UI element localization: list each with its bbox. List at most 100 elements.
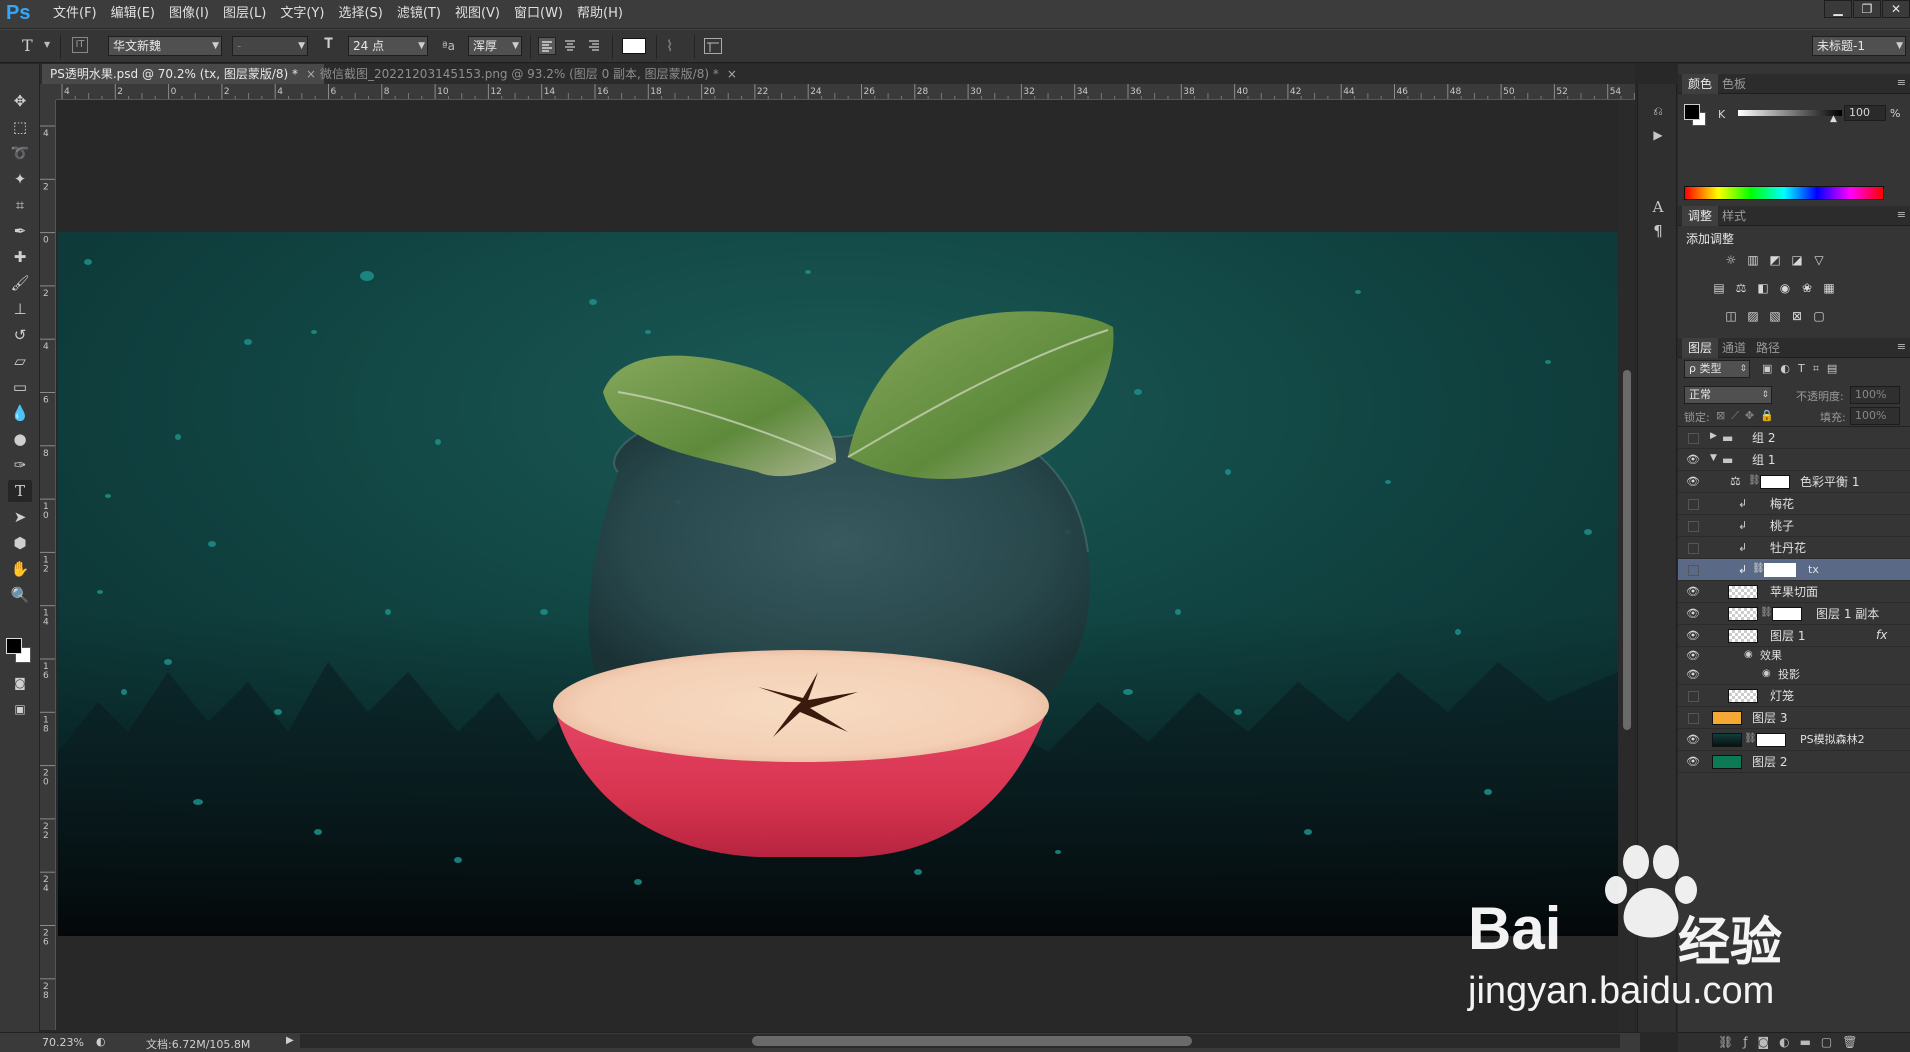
layers-footer-icons[interactable]: ⛓ƒ◙◐▬▢🗑 xyxy=(1718,1035,1867,1049)
layer-row-layer2[interactable]: 👁 图层 2 xyxy=(1678,751,1910,773)
actions-panel-icon[interactable]: ▶ xyxy=(1646,124,1670,146)
eye-icon[interactable]: 👁 xyxy=(1686,607,1700,621)
eye-icon[interactable]: 👁 xyxy=(1686,755,1700,769)
layer-thumbnail[interactable] xyxy=(1712,711,1742,725)
document-canvas[interactable] xyxy=(58,232,1618,936)
tab-layers[interactable]: 图层 xyxy=(1682,338,1719,358)
layer-row-plum[interactable]: ↲ 梅花 xyxy=(1678,493,1910,515)
eye-icon[interactable]: 👁 xyxy=(1686,733,1700,747)
layer-thumbnail[interactable] xyxy=(1728,607,1758,621)
antialias-select[interactable]: 浑厚 ▼ xyxy=(468,36,522,56)
k-slider-handle-icon[interactable]: ▲ xyxy=(1830,114,1837,124)
menu-type[interactable]: 文字(Y) xyxy=(273,0,331,28)
layer-filter-select[interactable]: ρ 类型 ⇕ xyxy=(1684,360,1750,378)
align-center-button[interactable] xyxy=(562,37,580,55)
color-lookup-icon[interactable]: ▦ xyxy=(1820,280,1838,296)
magic-wand-tool-icon[interactable]: ✦ xyxy=(8,168,32,190)
tab-color[interactable]: 颜色 xyxy=(1682,74,1719,94)
layer-row-apple-slice[interactable]: 👁 苹果切面 xyxy=(1678,581,1910,603)
color-balance-icon[interactable]: ⚖ xyxy=(1732,280,1750,296)
lock-icons[interactable]: ⊠⟋✥🔒 xyxy=(1716,409,1780,423)
eye-icon[interactable]: 👁 xyxy=(1686,649,1700,663)
dodge-tool-icon[interactable]: ● xyxy=(8,428,32,450)
layer-row-lantern[interactable]: 灯笼 xyxy=(1678,685,1910,707)
layer-mask-thumbnail[interactable] xyxy=(1760,475,1790,489)
color-spectrum-ramp[interactable] xyxy=(1684,186,1884,200)
eyedropper-tool-icon[interactable]: ✒ xyxy=(8,220,32,242)
link-icon[interactable]: ⛓ xyxy=(1752,563,1765,574)
levels-icon[interactable]: ▥ xyxy=(1744,252,1762,268)
history-brush-tool-icon[interactable]: ↺ xyxy=(8,324,32,346)
gradient-tool-icon[interactable]: ▭ xyxy=(8,376,32,398)
k-value-input[interactable]: 100 xyxy=(1844,105,1886,121)
visibility-toggle[interactable] xyxy=(1688,713,1699,724)
channel-mixer-icon[interactable]: ❀ xyxy=(1798,280,1816,296)
fx-icon[interactable]: fx xyxy=(1876,628,1887,642)
layer-row-color-balance[interactable]: 👁 ⚖ ⛓ 色彩平衡 1 xyxy=(1678,471,1910,493)
expand-arrow-icon[interactable]: ▶ xyxy=(1710,431,1717,441)
menu-file[interactable]: 文件(F) xyxy=(46,0,104,28)
tab-adjustments[interactable]: 调整 xyxy=(1682,206,1719,226)
menu-select[interactable]: 选择(S) xyxy=(331,0,389,28)
eye-icon[interactable]: 👁 xyxy=(1686,629,1700,643)
vertical-scroll-thumb[interactable] xyxy=(1623,370,1631,730)
character-panel-button[interactable] xyxy=(704,38,722,54)
layer-mask-thumbnail[interactable] xyxy=(1764,563,1796,577)
type-tool-preset-icon[interactable]: T xyxy=(22,36,33,55)
photo-filter-icon[interactable]: ◉ xyxy=(1776,280,1794,296)
gradient-map-icon[interactable]: ⊠ xyxy=(1788,308,1806,324)
tab-ps-transparent-fruit[interactable]: PS透明水果.psd @ 70.2% (tx, 图层蒙版/8) * × xyxy=(42,64,325,84)
text-color-swatch[interactable] xyxy=(622,38,646,54)
layer-mask-thumbnail[interactable] xyxy=(1772,607,1802,621)
collapse-arrow-icon[interactable]: ▼ xyxy=(1710,453,1717,463)
status-menu-arrow-icon[interactable]: ▶ xyxy=(286,1035,294,1046)
eraser-tool-icon[interactable]: ▱ xyxy=(8,350,32,372)
panel-menu-icon[interactable]: ≡ xyxy=(1897,208,1906,221)
menu-edit[interactable]: 编辑(E) xyxy=(104,0,162,28)
link-icon[interactable]: ⛓ xyxy=(1744,733,1757,744)
healing-brush-tool-icon[interactable]: ✚ xyxy=(8,246,32,268)
layer-thumbnail[interactable] xyxy=(1728,689,1758,703)
layer-row-effects[interactable]: 👁 ◉ 效果 xyxy=(1678,647,1910,665)
layer-row-tx[interactable]: ↲ ⛓ tx xyxy=(1678,559,1910,581)
clone-stamp-tool-icon[interactable]: ⊥ xyxy=(8,298,32,320)
close-window-button[interactable]: ✕ xyxy=(1882,0,1910,18)
tab-paths[interactable]: 路径 xyxy=(1750,338,1786,358)
menu-image[interactable]: 图像(I) xyxy=(162,0,216,28)
visibility-toggle[interactable] xyxy=(1688,565,1699,576)
align-right-button[interactable] xyxy=(586,37,604,55)
screen-mode-icon[interactable]: ▣ xyxy=(8,698,32,720)
layer-thumbnail[interactable] xyxy=(1728,585,1758,599)
menu-help[interactable]: 帮助(H) xyxy=(570,0,630,28)
link-icon[interactable]: ⛓ xyxy=(1748,475,1761,486)
toggle-text-orientation-icon[interactable]: IT xyxy=(72,37,88,53)
hue-saturation-icon[interactable]: ▤ xyxy=(1710,280,1728,296)
fill-input[interactable]: 100% xyxy=(1850,407,1900,425)
threshold-icon[interactable]: ▧ xyxy=(1766,308,1784,324)
layer-thumbnail[interactable] xyxy=(1728,629,1758,643)
layer-row-peach[interactable]: ↲ 桃子 xyxy=(1678,515,1910,537)
align-left-button[interactable] xyxy=(538,37,556,55)
curves-icon[interactable]: ◩ xyxy=(1766,252,1784,268)
panel-menu-icon[interactable]: ≡ xyxy=(1897,340,1906,353)
menu-view[interactable]: 视图(V) xyxy=(448,0,507,28)
layer-row-layer3[interactable]: 图层 3 xyxy=(1678,707,1910,729)
eye-icon[interactable]: 👁 xyxy=(1686,475,1700,489)
zoom-level[interactable]: 70.23% xyxy=(42,1036,84,1049)
preset-dropdown-arrow-icon[interactable]: ▼ xyxy=(44,40,50,49)
restore-button[interactable]: ❐ xyxy=(1853,0,1881,18)
move-tool-icon[interactable]: ✥ xyxy=(8,90,32,112)
menu-filter[interactable]: 滤镜(T) xyxy=(390,0,448,28)
eye-icon[interactable]: 👁 xyxy=(1686,585,1700,599)
font-size-select[interactable]: 24 点 ▼ xyxy=(348,36,428,56)
horizontal-scrollbar[interactable] xyxy=(300,1034,1620,1048)
k-slider[interactable] xyxy=(1738,110,1842,116)
minimize-button[interactable]: ▁ xyxy=(1824,0,1852,18)
black-white-icon[interactable]: ◧ xyxy=(1754,280,1772,296)
layer-row-forest[interactable]: 👁 ⛓ PS模拟森林2 xyxy=(1678,729,1910,751)
selective-color-icon[interactable]: ▢ xyxy=(1810,308,1828,324)
horizontal-ruler[interactable]: 4 2 0 2 4 6 8 10 12 14 16 18 20 22 24 26 28 30 32 34 36 38 40 4… xyxy=(56,84,1635,100)
layer-row-peony[interactable]: ↲ 牡丹花 xyxy=(1678,537,1910,559)
ruler-origin[interactable] xyxy=(40,84,56,100)
effect-eye-icon[interactable]: ◉ xyxy=(1762,668,1771,679)
